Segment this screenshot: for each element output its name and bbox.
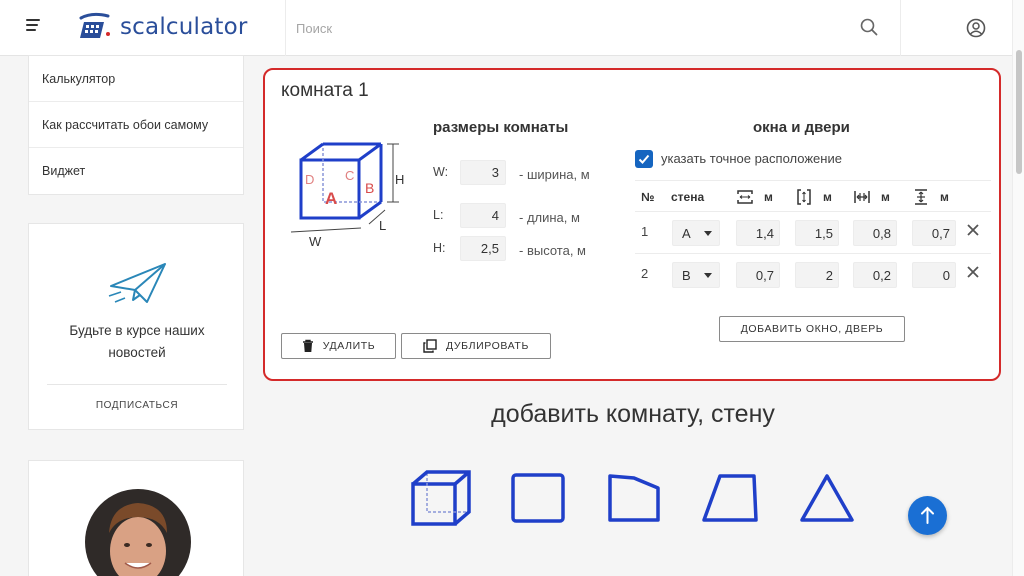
wall-c-label: C: [345, 168, 354, 183]
top-header: scalculator: [0, 0, 1012, 56]
opening-width-input[interactable]: [736, 220, 780, 246]
add-box-room-icon[interactable]: [409, 468, 475, 528]
dimension-description: - длина, м: [519, 210, 580, 225]
room-card: комната 1 A B C D H L W размеры комнаты …: [263, 68, 1001, 381]
length-label: L: [379, 218, 386, 233]
paper-plane-icon: [108, 263, 166, 303]
exact-position-label: указать точное расположение: [661, 151, 842, 166]
height-icon: [797, 189, 811, 205]
opening-offset-input[interactable]: [853, 262, 897, 288]
dimension-row-height: H: - высота, м: [433, 236, 603, 262]
add-trapezoid-room-icon[interactable]: [606, 472, 662, 524]
check-icon: [638, 154, 650, 164]
avatar: [85, 489, 191, 576]
scroll-to-top-button[interactable]: [908, 496, 947, 535]
opening-number: 1: [641, 224, 649, 239]
wall-b-label: B: [365, 180, 374, 196]
col-width-unit: м: [764, 190, 773, 204]
subscribe-link[interactable]: ПОДПИСАТЬСЯ: [39, 400, 235, 411]
header-divider: [285, 0, 286, 56]
col-bottom-unit: м: [940, 190, 949, 204]
openings-title: окна и двери: [753, 119, 850, 136]
room-title: комната 1: [281, 80, 369, 101]
wall-select[interactable]: A: [672, 220, 720, 246]
dimension-description: - ширина, м: [519, 167, 590, 182]
col-offset-unit: м: [881, 190, 890, 204]
room-width-input[interactable]: [460, 160, 506, 185]
divider: [47, 384, 227, 385]
scrollbar-thumb[interactable]: [1016, 50, 1022, 174]
caret-down-icon: [704, 273, 712, 278]
logo[interactable]: scalculator: [78, 10, 248, 44]
dimension-row-width: W: - ширина, м: [433, 160, 603, 186]
opening-bottom-input[interactable]: [912, 262, 956, 288]
sidebar-item-how-to[interactable]: Как рассчитать обои самому: [29, 102, 243, 148]
wall-d-label: D: [305, 172, 314, 187]
offset-icon: [854, 191, 870, 203]
search-icon[interactable]: [858, 16, 880, 38]
user-account-icon[interactable]: [965, 17, 987, 39]
header-divider: [900, 0, 901, 56]
add-rectangle-room-icon[interactable]: [510, 472, 566, 524]
col-wall: стена: [671, 190, 705, 204]
width-icon: [737, 190, 753, 204]
sidebar-item-widget[interactable]: Виджет: [29, 148, 243, 194]
room-box-diagram: A B C D H L W: [290, 142, 404, 249]
arrow-up-icon: [921, 506, 934, 524]
height-label: H: [395, 172, 404, 187]
bottom-offset-icon: [915, 189, 927, 205]
width-label: W: [309, 234, 322, 249]
opening-bottom-input[interactable]: [912, 220, 956, 246]
logo-icon: [79, 12, 110, 38]
col-height-unit: м: [823, 190, 832, 204]
duplicate-label: ДУБЛИРОВАТЬ: [446, 340, 529, 352]
author-card: [28, 460, 244, 576]
delete-label: УДАЛИТЬ: [322, 340, 376, 352]
wall-select-value: B: [682, 268, 691, 283]
news-subscribe-card: Будьте в курсе наших новостей ПОДПИСАТЬС…: [28, 223, 244, 430]
add-triangle-wall-icon[interactable]: [798, 472, 856, 524]
wall-select[interactable]: B: [672, 262, 720, 288]
add-opening-button[interactable]: ДОБАВИТЬ ОКНО, ДВЕРЬ: [719, 316, 905, 342]
opening-number: 2: [641, 266, 649, 281]
logo-text: scalculator: [120, 14, 248, 40]
delete-room-button[interactable]: УДАЛИТЬ: [281, 333, 396, 359]
dimension-description: - высота, м: [519, 243, 586, 258]
table-row: 2 B: [635, 254, 991, 296]
dimension-row-length: L: - длина, м: [433, 203, 603, 229]
room-height-input[interactable]: [460, 236, 506, 261]
page-scrollbar[interactable]: [1012, 0, 1024, 576]
wall-select-value: A: [682, 226, 691, 241]
author-photo: [85, 489, 191, 576]
sidebar-item-calculator[interactable]: Калькулятор: [29, 56, 243, 102]
duplicate-room-button[interactable]: ДУБЛИРОВАТЬ: [401, 333, 551, 359]
sidebar-nav: Калькулятор Как рассчитать обои самому В…: [28, 55, 244, 195]
opening-offset-input[interactable]: [853, 220, 897, 246]
opening-height-input[interactable]: [795, 262, 839, 288]
opening-width-input[interactable]: [736, 262, 780, 288]
close-icon[interactable]: [966, 265, 980, 279]
openings-table-header: № стена м м м м: [635, 180, 991, 212]
dimension-label: W:: [433, 165, 449, 179]
col-number: №: [641, 190, 655, 204]
caret-down-icon: [704, 231, 712, 236]
menu-icon[interactable]: [26, 19, 42, 35]
dimension-label: L:: [433, 208, 444, 222]
trash-icon: [302, 339, 313, 352]
table-row: 1 A: [635, 212, 991, 254]
news-text: Будьте в курсе наших новостей: [69, 323, 205, 360]
wall-a-label: A: [325, 189, 337, 208]
opening-height-input[interactable]: [795, 220, 839, 246]
room-length-input[interactable]: [460, 203, 506, 228]
search-input[interactable]: [296, 14, 856, 42]
close-icon[interactable]: [966, 223, 980, 237]
copy-icon: [423, 339, 437, 353]
room-dimensions-title: размеры комнаты: [433, 119, 569, 136]
add-room-title: добавить комнату, стену: [491, 400, 775, 428]
exact-position-checkbox[interactable]: [635, 150, 653, 168]
add-parallelogram-room-icon[interactable]: [700, 472, 760, 524]
dimension-label: H:: [433, 241, 446, 255]
